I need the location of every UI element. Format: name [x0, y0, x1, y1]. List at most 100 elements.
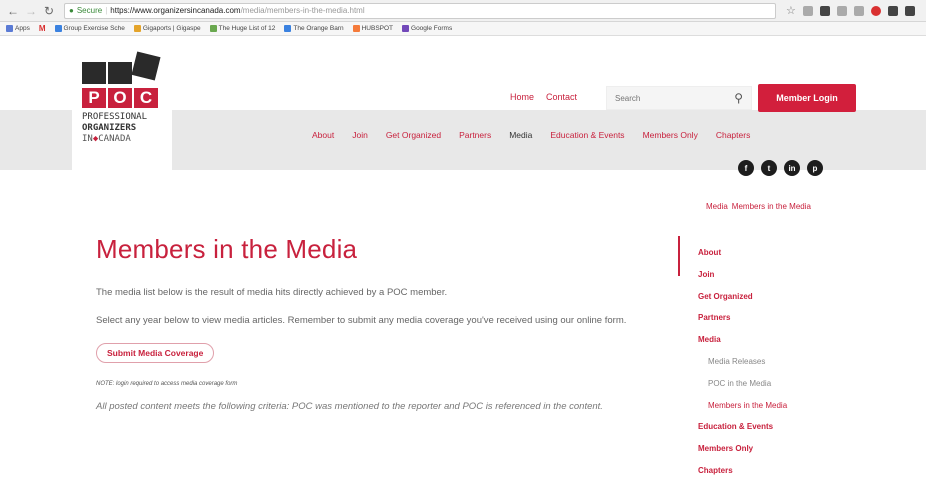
nav-partners[interactable]: Partners	[459, 130, 491, 140]
back-icon[interactable]: ←	[6, 4, 20, 18]
logo-square	[131, 51, 161, 81]
nav-media[interactable]: Media	[509, 130, 532, 140]
extension-icon[interactable]	[853, 5, 864, 16]
bookmark-group-exercise[interactable]: Group Exercise Sche	[54, 25, 125, 32]
poc-logo[interactable]: P O C PROFESSIONAL ORGANIZERS IN◆CANADA	[72, 44, 172, 204]
logo-poc: P O C	[82, 88, 160, 108]
site-icon	[209, 25, 217, 32]
criteria-text: All posted content meets the following c…	[96, 401, 603, 412]
nav-members-only[interactable]: Members Only	[643, 130, 698, 140]
contact-link[interactable]: Contact	[546, 92, 577, 102]
breadcrumb-current: Members in the Media	[731, 202, 811, 211]
cast-icon[interactable]	[802, 5, 813, 16]
page-title: Members in the Media	[96, 234, 358, 264]
lock-icon: ●	[69, 6, 74, 15]
bookmarks-bar: Apps M Group Exercise Sche Gigaports | G…	[0, 22, 926, 36]
logo-line: PROFESSIONAL	[82, 112, 148, 122]
extension-icons: ☆	[786, 5, 915, 16]
sidebar-item-members-only[interactable]: Members Only	[698, 438, 787, 460]
nav-chapters[interactable]: Chapters	[716, 130, 751, 140]
sidebar-item-join[interactable]: Join	[698, 264, 787, 286]
url-host: https://www.organizersincanada.com	[110, 6, 241, 15]
submit-media-coverage-button[interactable]: Submit Media Coverage	[96, 343, 215, 363]
search-box[interactable]: ⚲	[606, 86, 752, 110]
address-bar[interactable]: ● Secure | https://www.organizersincanad…	[64, 2, 776, 19]
site-header: P O C PROFESSIONAL ORGANIZERS IN◆CANADA …	[0, 36, 926, 211]
sidebar-item-education-events[interactable]: Education & Events	[698, 416, 787, 438]
nav-education-events[interactable]: Education & Events	[550, 130, 624, 140]
pinterest-icon[interactable]: p	[807, 160, 823, 176]
breadcrumb: Media Members in the Media	[706, 202, 811, 211]
search-icon[interactable]: ⚲	[734, 91, 743, 105]
home-link[interactable]: Home	[510, 92, 534, 102]
social-links: f t in p	[738, 160, 823, 176]
instructions-paragraph: Select any year below to view media arti…	[96, 315, 627, 326]
sidebar-item-poc-in-media[interactable]: POC in the Media	[698, 373, 787, 395]
sidebar-item-partners[interactable]: Partners	[698, 307, 787, 329]
divider: |	[105, 6, 108, 15]
nav-get-organized[interactable]: Get Organized	[386, 130, 441, 140]
bookmark-label: Group Exercise Sche	[63, 25, 125, 32]
sidebar-item-members-in-media[interactable]: Members in the Media	[698, 395, 787, 417]
forward-icon[interactable]: →	[24, 4, 38, 18]
forms-icon	[402, 25, 410, 32]
bookmark-apps[interactable]: Apps	[6, 25, 30, 32]
pinterest-extension-icon[interactable]	[870, 5, 881, 16]
top-links: Home Contact	[510, 92, 577, 102]
gmail-icon: M	[38, 24, 46, 33]
bookmark-google-forms[interactable]: Google Forms	[402, 25, 452, 32]
sidebar-item-about[interactable]: About	[698, 242, 787, 264]
logo-line: ORGANIZERS	[82, 123, 137, 133]
bookmark-huge-list[interactable]: The Huge List of 12	[209, 25, 276, 32]
folder-icon	[133, 25, 141, 32]
bookmark-label: Gigaports | Gigaspe	[142, 25, 201, 32]
extension-icon[interactable]	[836, 5, 847, 16]
intro-paragraph: The media list below is the result of me…	[96, 287, 448, 298]
main-content: Members in the Media The media list belo…	[96, 234, 644, 415]
url-path: /media/members-in-the-media.html	[240, 6, 365, 15]
logo-letter: P	[82, 88, 106, 108]
bookmark-label: The Orange Barn	[293, 25, 344, 32]
sidebar-item-chapters[interactable]: Chapters	[698, 460, 787, 482]
logo-square	[82, 62, 106, 84]
twitter-icon[interactable]: t	[761, 160, 777, 176]
bookmark-label: The Huge List of 12	[218, 25, 276, 32]
member-login-button[interactable]: Member Login	[758, 84, 856, 112]
extension-icon[interactable]	[819, 5, 830, 16]
nav-about[interactable]: About	[312, 130, 334, 140]
bookmark-label: Google Forms	[411, 25, 453, 32]
extension-icon[interactable]	[887, 5, 898, 16]
site-icon	[284, 25, 292, 32]
apps-icon	[6, 25, 13, 32]
google-icon	[54, 25, 62, 32]
reload-icon[interactable]: ↻	[42, 4, 56, 18]
logo-line: IN◆CANADA	[82, 134, 147, 145]
hubspot-icon	[352, 25, 360, 32]
search-input[interactable]	[615, 93, 735, 103]
logo-letter: C	[134, 88, 158, 108]
logo-canada: CANADA	[98, 134, 131, 144]
menu-icon[interactable]	[904, 5, 915, 16]
main-nav: About Join Get Organized Partners Media …	[312, 130, 750, 140]
browser-toolbar: ← → ↻ ● Secure | https://www.organizersi…	[0, 0, 926, 22]
sidebar-nav: About Join Get Organized Partners Media …	[698, 242, 787, 482]
bookmark-orange-barn[interactable]: The Orange Barn	[284, 25, 344, 32]
sidebar-item-media[interactable]: Media	[698, 329, 787, 351]
breadcrumb-media[interactable]: Media	[706, 202, 728, 211]
logo-in: IN	[82, 134, 93, 144]
facebook-icon[interactable]: f	[738, 160, 754, 176]
secure-label: Secure	[76, 6, 103, 15]
linkedin-icon[interactable]: in	[784, 160, 800, 176]
bookmark-hubspot[interactable]: HUBSPOT	[352, 25, 394, 32]
sidebar-item-media-releases[interactable]: Media Releases	[698, 351, 787, 373]
bookmark-label: Apps	[15, 25, 30, 32]
bookmark-label: HUBSPOT	[361, 25, 394, 32]
logo-square	[108, 62, 132, 84]
bookmark-star-icon[interactable]: ☆	[786, 5, 796, 16]
bookmark-gigaports[interactable]: Gigaports | Gigaspe	[133, 25, 201, 32]
nav-join[interactable]: Join	[352, 130, 368, 140]
login-note: NOTE: login required to access media cov…	[96, 381, 238, 387]
sidebar-item-get-organized[interactable]: Get Organized	[698, 286, 787, 308]
bookmark-gmail[interactable]: M	[39, 24, 46, 33]
logo-letter: O	[108, 88, 132, 108]
